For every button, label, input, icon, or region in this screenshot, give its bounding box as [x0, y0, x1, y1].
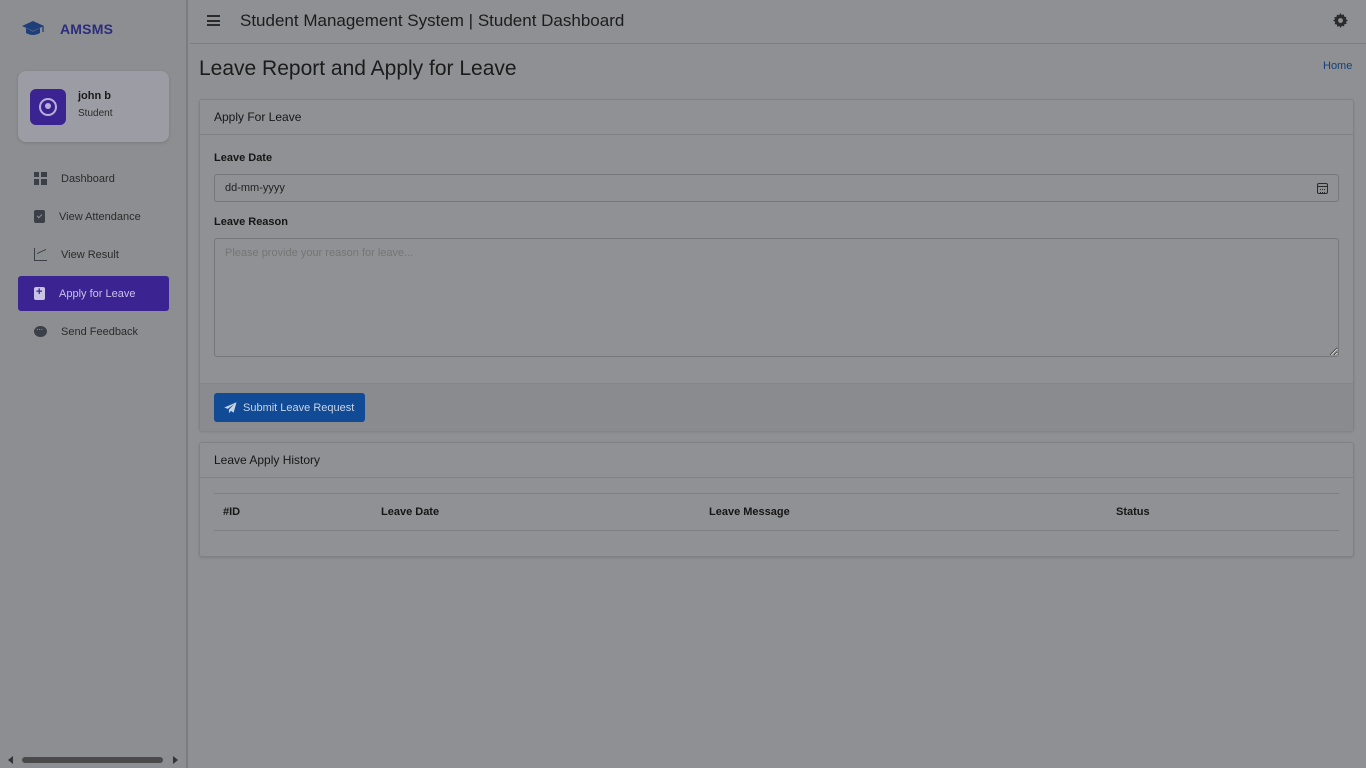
- avatar: [30, 89, 66, 125]
- horizontal-scrollbar[interactable]: [0, 752, 188, 768]
- clipboard-check-icon: [34, 210, 45, 223]
- leave-reason-label: Leave Reason: [214, 216, 288, 228]
- scrollbar-thumb[interactable]: [22, 757, 163, 763]
- brand[interactable]: AMSMS: [21, 18, 113, 40]
- leave-date-label: Leave Date: [214, 152, 273, 164]
- comment-icon: [34, 322, 47, 337]
- column-header-leave-message: Leave Message: [709, 506, 790, 518]
- card-footer: Submit Leave Request: [200, 383, 1353, 431]
- user-role: Student: [78, 108, 113, 119]
- sidebar-item-dashboard[interactable]: Dashboard: [18, 161, 169, 196]
- app-title: Student Management System | Student Dash…: [240, 11, 625, 30]
- column-header-status: Status: [1116, 506, 1150, 518]
- sidebar: AMSMS john b Student Dashboard View Atte…: [0, 0, 188, 768]
- clipboard-plus-icon: [34, 286, 45, 300]
- brand-name: AMSMS: [60, 21, 114, 37]
- graduation-cap-icon: [22, 21, 44, 35]
- breadcrumb-home-link[interactable]: Home: [1323, 60, 1352, 72]
- paper-plane-icon: [224, 401, 237, 413]
- sidebar-item-label: Apply for Leave: [59, 287, 136, 300]
- scroll-left-icon[interactable]: [8, 756, 13, 764]
- card-title: Apply For Leave: [200, 100, 1353, 135]
- user-card: john b Student: [18, 71, 169, 142]
- top-navbar: Student Management System | Student Dash…: [190, 0, 1366, 44]
- sidebar-item-label: Send Feedback: [61, 325, 139, 338]
- sidebar-item-view-attendance[interactable]: View Attendance: [18, 199, 169, 234]
- sidebar-item-label: View Result: [61, 248, 119, 261]
- user-name: john b: [78, 90, 111, 102]
- gear-icon[interactable]: [1333, 13, 1348, 28]
- date-placeholder: dd-mm-yyyy: [225, 182, 285, 194]
- sidebar-item-label: View Attendance: [59, 210, 141, 223]
- column-header-leave-date: Leave Date: [381, 506, 440, 518]
- leave-date-input[interactable]: dd-mm-yyyy: [214, 174, 1339, 202]
- leave-reason-textarea[interactable]: [214, 238, 1339, 357]
- user-circle-icon: [39, 98, 57, 116]
- apply-leave-card: Apply For Leave Leave Date dd-mm-yyyy Le…: [199, 99, 1354, 431]
- calendar-icon[interactable]: [1317, 183, 1328, 194]
- scroll-right-icon[interactable]: [173, 756, 178, 764]
- sidebar-item-send-feedback[interactable]: Send Feedback: [18, 314, 169, 349]
- sidebar-item-apply-for-leave[interactable]: Apply for Leave: [18, 276, 169, 311]
- dashboard-icon: [34, 172, 47, 185]
- chart-line-icon: [34, 248, 47, 261]
- submit-leave-button[interactable]: Submit Leave Request: [214, 393, 365, 422]
- sidebar-item-view-result[interactable]: View Result: [18, 237, 169, 272]
- submit-label: Submit Leave Request: [243, 401, 355, 414]
- sidebar-item-label: Dashboard: [61, 172, 115, 185]
- column-header-id: #ID: [223, 506, 241, 518]
- card-title: Leave Apply History: [200, 443, 1353, 478]
- hamburger-menu-icon[interactable]: [207, 15, 220, 26]
- page-title: Leave Report and Apply for Leave: [199, 57, 517, 80]
- leave-history-table: #ID Leave Date Leave Message Status: [214, 493, 1339, 531]
- leave-history-card: Leave Apply History #ID Leave Date Leave…: [199, 442, 1354, 557]
